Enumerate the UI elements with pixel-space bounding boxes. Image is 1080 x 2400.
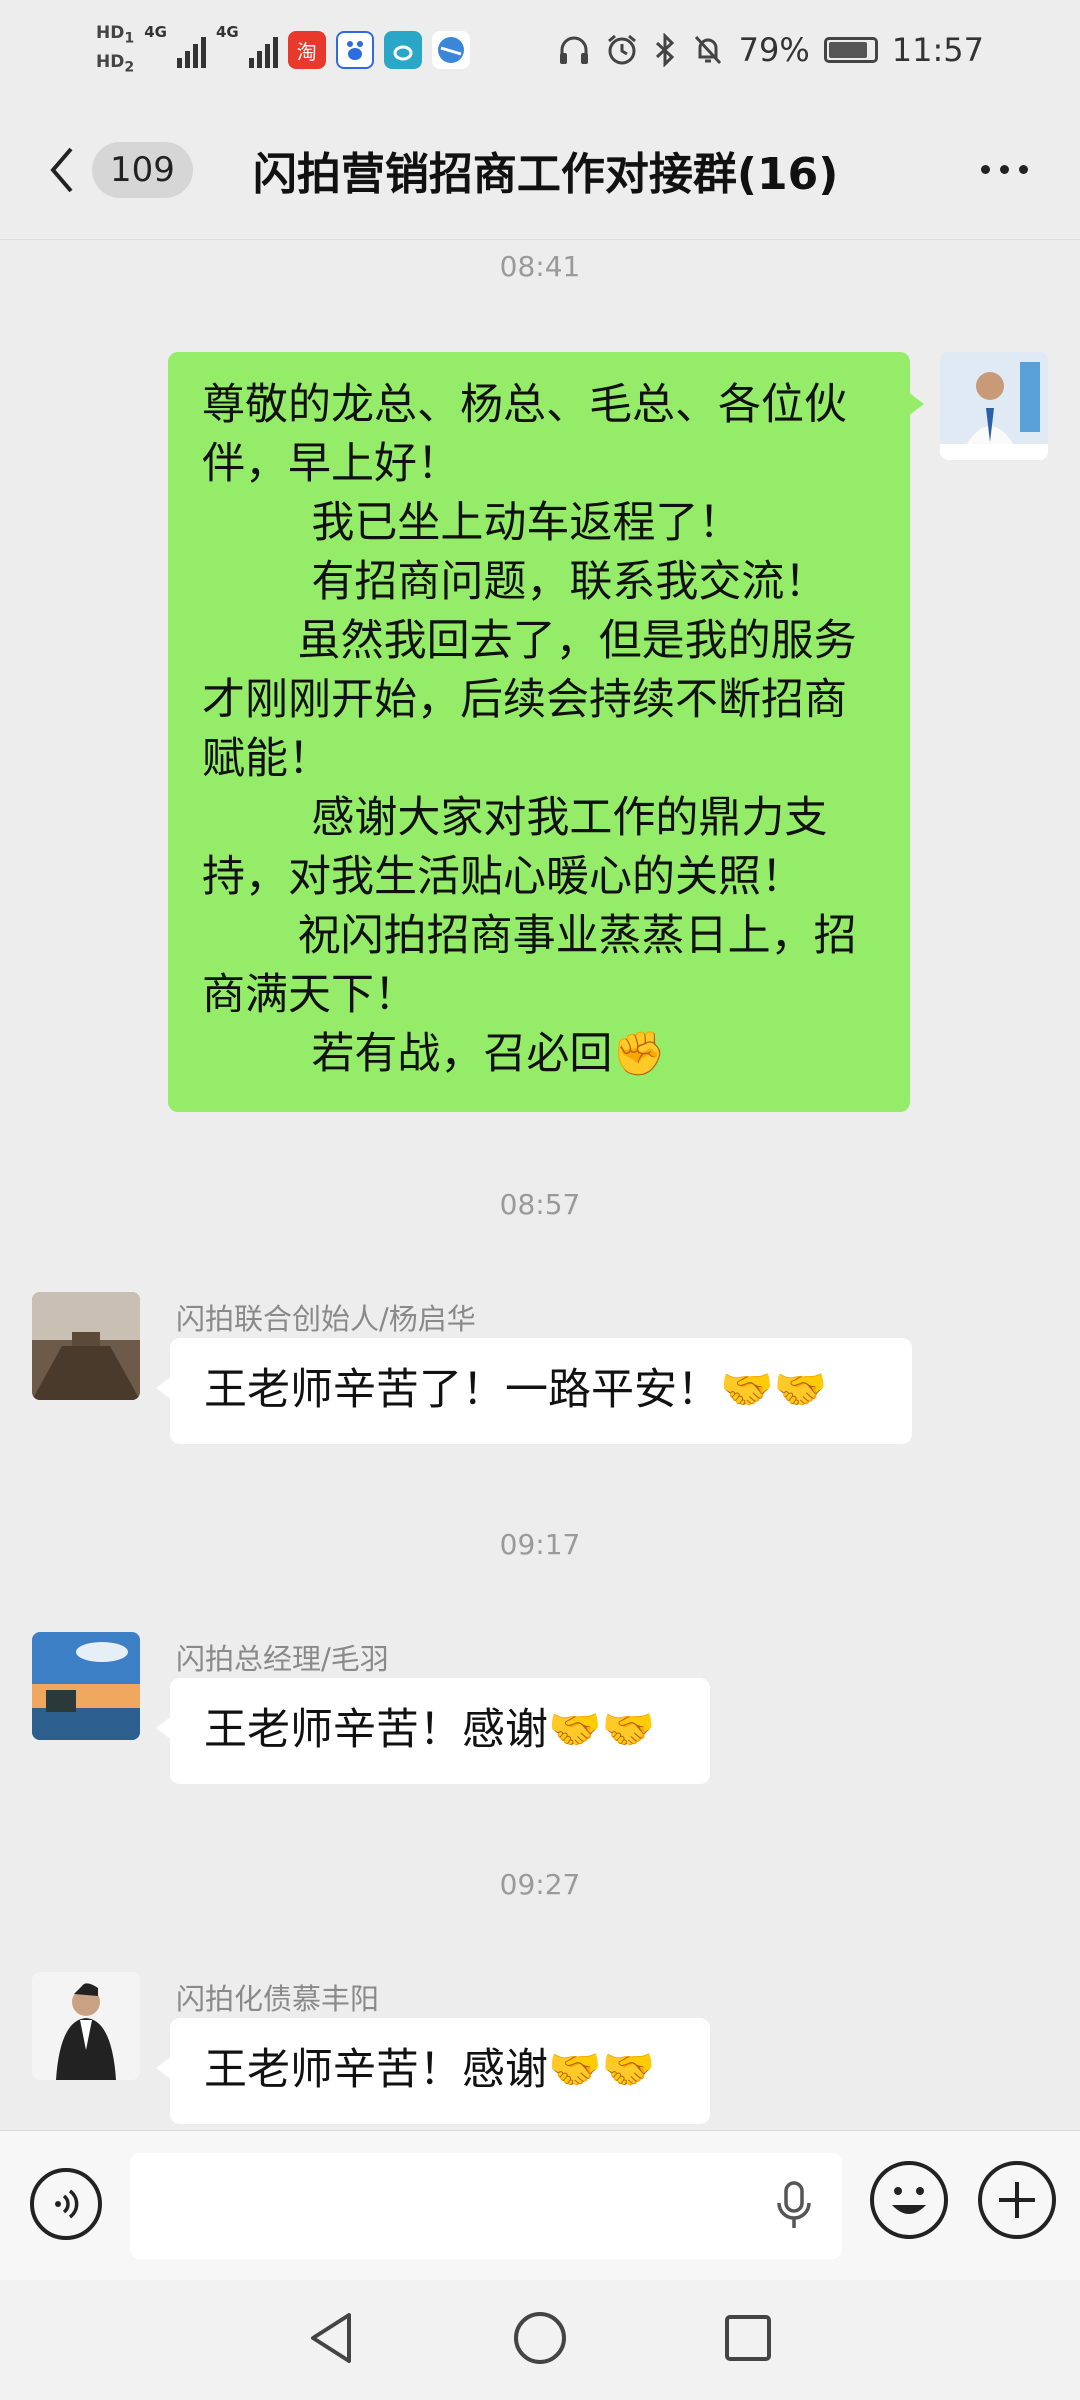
voice-icon (55, 2189, 79, 2219)
timestamp: 08:57 (499, 1188, 581, 1221)
status-bar: HD1 HD2 4G 4G 淘 79% 11:57 (0, 0, 1080, 100)
message-line: 尊敬的龙总、杨总、毛总、各位伙 (202, 380, 847, 430)
browser-icon (431, 31, 470, 69)
timestamp: 09:17 (499, 1528, 581, 1561)
more-functions-button[interactable] (978, 2161, 1056, 2239)
sim2-label: HD2 (96, 52, 135, 76)
avatar-self[interactable] (940, 352, 1048, 460)
sender-name: 闪拍总经理/毛羽 (176, 1642, 389, 1676)
bluetooth-icon (655, 33, 674, 67)
battery-percent: 79% (738, 31, 810, 69)
nav-back-button[interactable] (307, 2311, 357, 2369)
nav-recents-button[interactable] (723, 2313, 773, 2367)
chevron-left-icon (50, 147, 73, 192)
battery-icon (823, 37, 878, 63)
voice-input-button[interactable] (30, 2168, 102, 2240)
microphone-icon (777, 2181, 811, 2228)
message-line: 赋能！ (202, 734, 331, 784)
mute-bell-icon (694, 35, 721, 65)
message-bubble-outgoing[interactable]: 尊敬的龙总、杨总、毛总、各位伙 伴，早上好！ 我已坐上动车返程了！ 有招商问题，… (168, 352, 924, 1112)
message-bubble-incoming[interactable]: 王老师辛苦！感谢🤝🤝 (156, 1678, 710, 1784)
message-line: 祝闪拍招商事业蒸蒸日上，招 (202, 911, 857, 961)
message-line: 虽然我回去了，但是我的服务 (202, 616, 857, 666)
message-line: 感谢大家对我工作的鼎力支 (202, 793, 828, 843)
weibo-icon (383, 31, 422, 69)
emoji-icon (892, 2187, 926, 2214)
timestamp: 09:27 (499, 1868, 581, 1901)
chat-title: 闪拍营销招商工作对接群(16) (252, 148, 839, 200)
timestamp: 08:41 (499, 250, 581, 283)
sim1-label: HD1 (96, 22, 135, 46)
more-options-button[interactable] (981, 165, 1028, 174)
message-line: 有招商问题，联系我交流！ (202, 557, 828, 607)
message-text: 王老师辛苦！感谢🤝🤝 (204, 1705, 656, 1755)
back-button[interactable] (38, 140, 86, 200)
alarm-icon (607, 34, 636, 65)
avatar-sender[interactable] (32, 1292, 140, 1400)
unread-count-badge[interactable]: 109 (92, 141, 193, 198)
message-line: 商满天下！ (202, 970, 417, 1020)
home-circle-icon (513, 2312, 566, 2364)
plus-icon (999, 2182, 1035, 2218)
message-text: 王老师辛苦了！一路平安！🤝🤝 (204, 1365, 828, 1415)
signal-icon-1 (176, 32, 206, 68)
avatar-sender[interactable] (32, 1632, 140, 1740)
headphones-icon (559, 36, 588, 64)
system-navigation-bar (0, 2280, 1080, 2400)
status-right: 79% 11:57 (557, 31, 984, 69)
back-triangle-icon (311, 2313, 352, 2363)
recents-square-icon (724, 2315, 771, 2361)
network-type-1: 4G (144, 22, 167, 41)
message-text: 王老师辛苦！感谢🤝🤝 (204, 2045, 656, 2095)
sim-indicators: HD1 HD2 (96, 21, 134, 80)
network-type-2: 4G (215, 22, 239, 41)
avatar-sender[interactable] (32, 1972, 140, 2080)
more-dot-icon (1019, 165, 1028, 174)
input-bar (0, 2130, 1080, 2280)
signal-icon-2 (248, 32, 278, 68)
message-line: 若有战，召必回✊ (202, 1029, 666, 1079)
nav-home-button[interactable] (512, 2310, 568, 2370)
message-bubble-incoming[interactable]: 王老师辛苦了！一路平安！🤝🤝 (156, 1338, 912, 1444)
sender-name: 闪拍联合创始人/杨启华 (176, 1302, 476, 1336)
taobao-icon: 淘 (287, 31, 326, 69)
message-line: 伴，早上好！ (202, 439, 460, 489)
emoji-button[interactable] (870, 2161, 948, 2239)
more-dot-icon (981, 165, 990, 174)
message-bubble-incoming[interactable]: 王老师辛苦！感谢🤝🤝 (156, 2018, 710, 2124)
clock: 11:57 (891, 31, 984, 69)
status-left: HD1 HD2 4G 4G 淘 (96, 21, 470, 80)
sender-name: 闪拍化债慕丰阳 (176, 1982, 380, 2016)
message-line: 持，对我生活贴心暖心的关照！ (202, 852, 804, 902)
message-line: 才刚刚开始，后续会持续不断招商 (202, 675, 847, 725)
chat-header: 109 闪拍营销招商工作对接群(16) (0, 100, 1080, 240)
microphone-button[interactable] (774, 2181, 814, 2235)
message-line: 我已坐上动车返程了！ (202, 498, 742, 548)
message-input[interactable] (130, 2153, 842, 2259)
baidu-icon (335, 31, 374, 69)
more-dot-icon (1000, 165, 1009, 174)
